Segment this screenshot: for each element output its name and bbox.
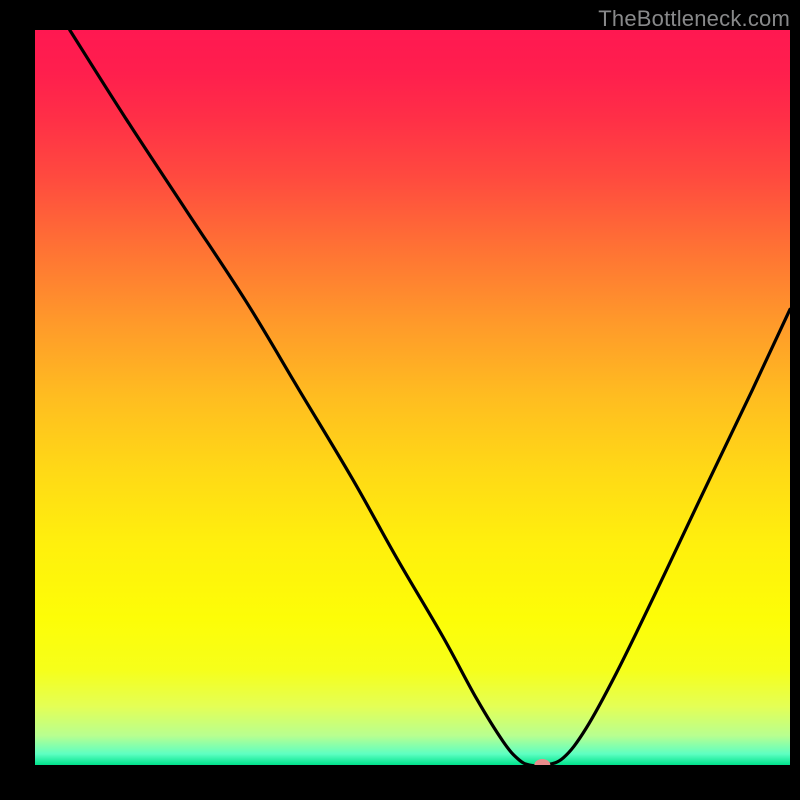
bottleneck-chart bbox=[0, 0, 800, 800]
watermark-text: TheBottleneck.com bbox=[598, 6, 790, 32]
gradient-background bbox=[35, 30, 790, 765]
optimal-marker bbox=[534, 759, 550, 771]
chart-container: { "watermark": "TheBottleneck.com", "cha… bbox=[0, 0, 800, 800]
